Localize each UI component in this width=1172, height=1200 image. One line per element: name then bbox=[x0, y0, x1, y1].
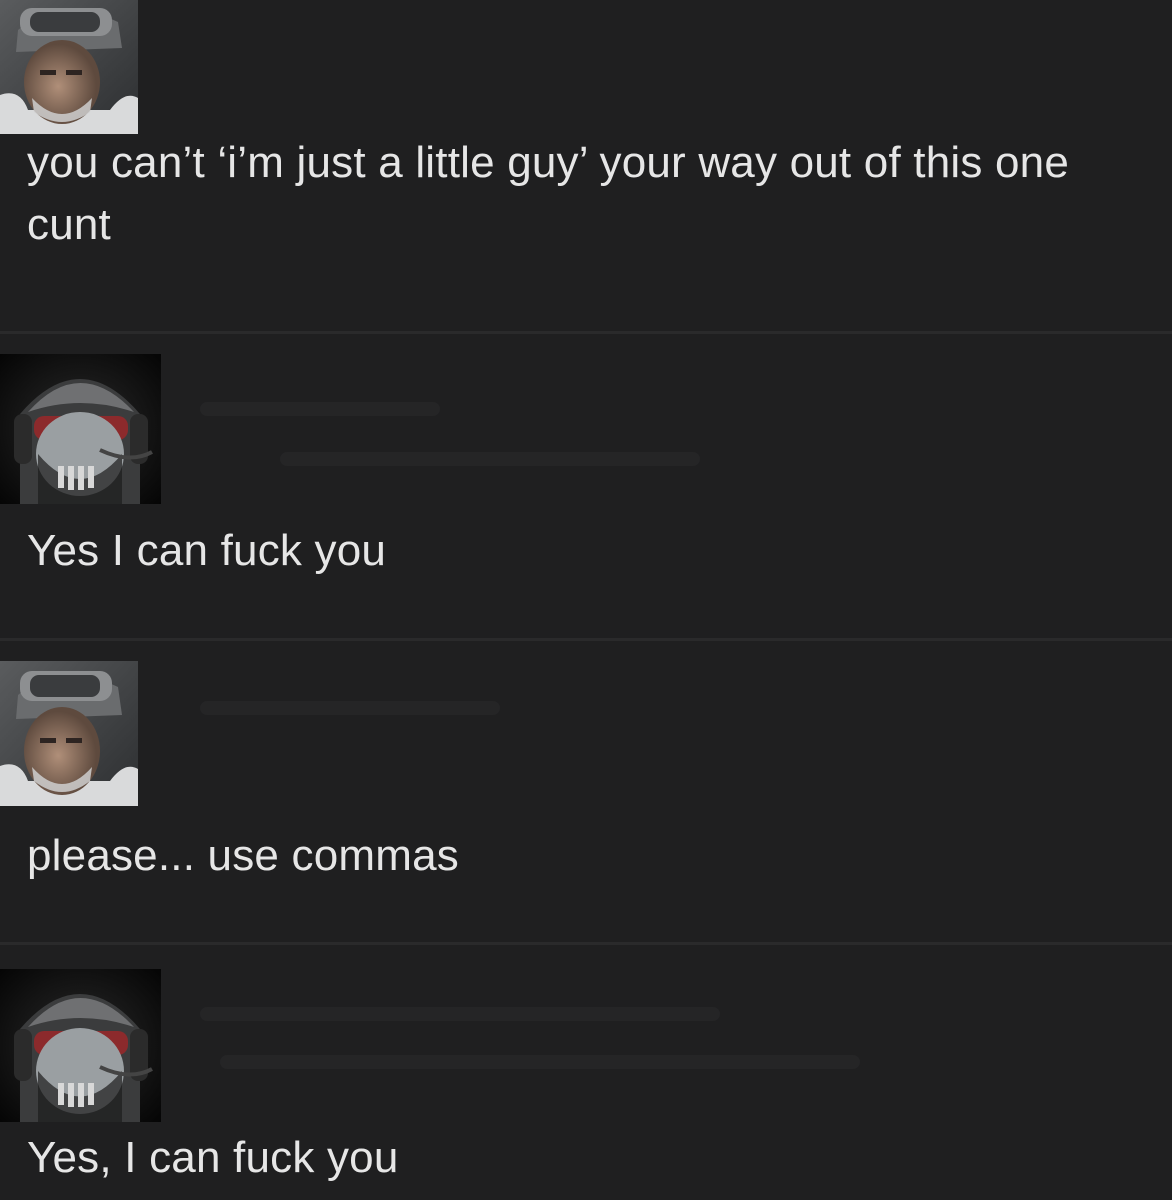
soap-avatar-icon[interactable] bbox=[0, 0, 138, 134]
ghost-avatar-icon[interactable] bbox=[0, 354, 161, 504]
ghost-avatar-icon[interactable] bbox=[0, 969, 161, 1122]
post-soap-1: you can’t ‘i’m just a little guy’ your w… bbox=[0, 0, 1172, 331]
timestamp-placeholder bbox=[220, 1055, 860, 1069]
username-placeholder bbox=[200, 1007, 720, 1021]
post-soap-2: please... use commas bbox=[0, 641, 1172, 942]
soap-avatar-icon[interactable] bbox=[0, 661, 138, 806]
post-ghost-2: Yes, I can fuck you bbox=[0, 945, 1172, 1200]
post-text: Yes I can fuck you bbox=[27, 526, 387, 575]
timestamp-placeholder bbox=[280, 452, 700, 466]
post-ghost-1: Yes I can fuck you bbox=[0, 334, 1172, 638]
post-text: please... use commas bbox=[27, 831, 459, 880]
username-placeholder bbox=[200, 701, 500, 715]
post-text: you can’t ‘i’m just a little guy’ your w… bbox=[27, 138, 1082, 250]
post-text: Yes, I can fuck you bbox=[27, 1133, 399, 1182]
username-placeholder bbox=[200, 402, 440, 416]
